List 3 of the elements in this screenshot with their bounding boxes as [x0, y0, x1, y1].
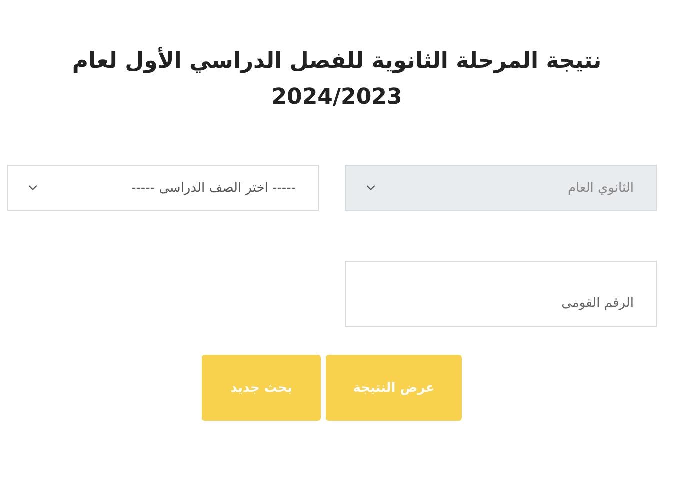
- input-field[interactable]: الرقم القومى: [345, 261, 657, 327]
- dropdown-select[interactable]: ----- اختر الصف الدراسى -----: [7, 165, 319, 211]
- page-title: نتيجة المرحلة الثانوية للفصل الدراسي الأول لعام 2024/2023: [71, 46, 603, 112]
